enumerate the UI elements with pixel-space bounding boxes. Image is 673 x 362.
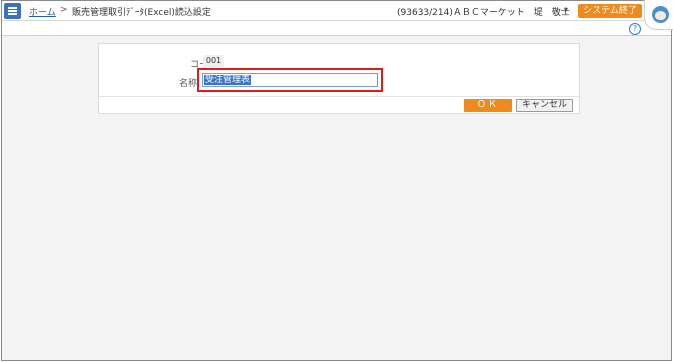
hamburger-icon-line: [8, 13, 17, 15]
assistant-tab[interactable]: [644, 0, 673, 30]
name-label: 名称: [178, 79, 197, 89]
page-title: 販売管理取引ﾃﾞｰﾀ(Excel)読込設定: [72, 8, 211, 18]
focus-highlight-box: [197, 68, 383, 92]
help-icon[interactable]: ?: [629, 23, 641, 35]
menu-button[interactable]: [4, 3, 21, 19]
sub-toolbar: [2, 21, 671, 36]
assistant-avatar-icon: [652, 6, 669, 23]
system-exit-button[interactable]: システム終了: [578, 4, 642, 18]
user-info[interactable]: (93633/214)ＡＢＣマーケット 堤 敬士: [397, 5, 570, 18]
panel-divider: [99, 96, 579, 97]
hamburger-icon: [8, 7, 17, 9]
header-bar: ホーム > 販売管理取引ﾃﾞｰﾀ(Excel)読込設定 (93633/214)Ａ…: [2, 1, 671, 21]
user-dropdown-icon[interactable]: ▾: [564, 5, 568, 14]
cancel-button[interactable]: キャンセル: [516, 99, 573, 112]
home-link[interactable]: ホーム: [29, 5, 56, 18]
app-window: ホーム > 販売管理取引ﾃﾞｰﾀ(Excel)読込設定 (93633/214)Ａ…: [1, 0, 672, 361]
code-value: 001: [203, 55, 224, 67]
hamburger-icon-line: [8, 10, 17, 12]
breadcrumb-separator: >: [60, 5, 68, 15]
ok-button[interactable]: ＯＫ: [464, 99, 512, 112]
settings-panel: コード 001 名称 受注管理表 ＯＫ キャンセル: [98, 43, 580, 114]
